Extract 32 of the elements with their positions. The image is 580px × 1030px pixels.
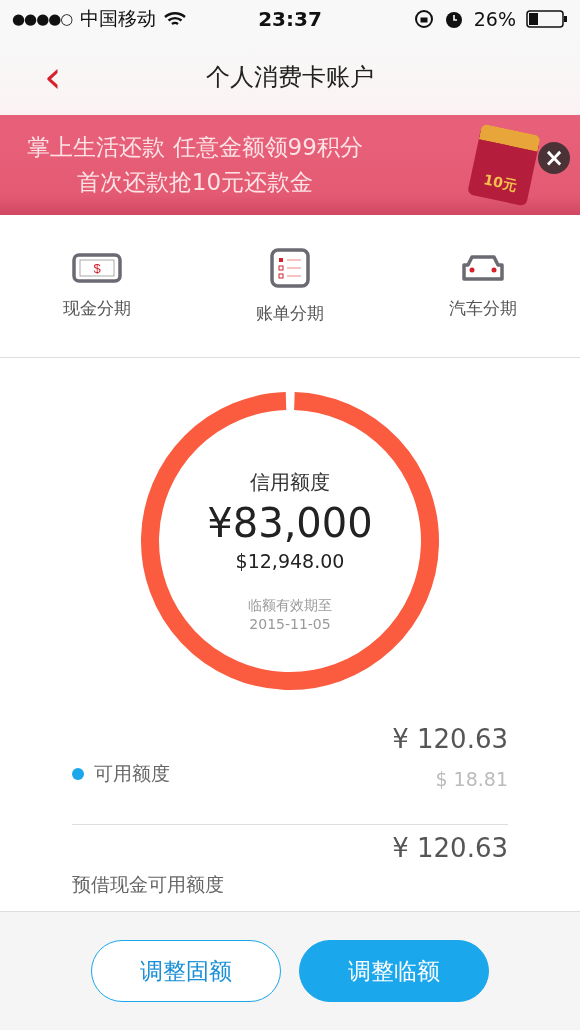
balance-label: 可用额度 xyxy=(94,761,170,786)
wifi-icon xyxy=(164,11,187,27)
close-button[interactable]: × xyxy=(538,142,570,174)
usd-amount: $ 18.81 xyxy=(435,768,508,790)
promo-text: 掌上生活还款 任意金额领99积分 xyxy=(27,133,363,162)
battery-icon xyxy=(526,9,568,29)
back-button[interactable]: ‹ xyxy=(38,54,68,99)
page-title: 个人消费卡账户 xyxy=(206,61,374,93)
clock-time: 23:37 xyxy=(258,7,322,31)
car-icon xyxy=(462,252,505,283)
battery-percent: 26% xyxy=(473,8,516,30)
rotation-lock-icon xyxy=(413,9,434,29)
credit-usd: $12,948.00 xyxy=(235,550,345,573)
banknote-icon: $ xyxy=(71,252,122,283)
carrier-name: 中国移动 xyxy=(80,6,157,31)
adjust-button[interactable]: 调整固额 xyxy=(91,940,281,1002)
shortcut-item[interactable]: 账单分期 xyxy=(193,215,387,357)
cny-amount: ¥ 120.63 xyxy=(392,833,508,863)
shortcut-item[interactable]: 汽车分期 xyxy=(386,215,580,357)
alarm-icon xyxy=(443,9,464,29)
list-icon xyxy=(270,247,310,288)
credit-amount: ¥83,000 xyxy=(207,500,373,547)
shortcut-item[interactable]: $ 现金分期 xyxy=(0,215,194,357)
credit-title: 信用额度 xyxy=(250,469,330,497)
envelope: 10元 xyxy=(467,123,541,207)
promo-text: 首次还款抢10元还款金 xyxy=(76,168,314,197)
expiry-date: 2015-11-05 xyxy=(249,614,331,633)
promo-banner[interactable]: 掌上生活还款 任意金额领99积分 首次还款抢10元还款金 10元 × xyxy=(0,115,580,215)
signal-strength: ●●●●○ xyxy=(12,10,73,28)
cny-amount: ¥ 120.63 xyxy=(392,724,508,754)
expiry-label: 临额有效期至 xyxy=(248,596,332,615)
balance-label: 预借现金可用额度 xyxy=(72,872,224,897)
